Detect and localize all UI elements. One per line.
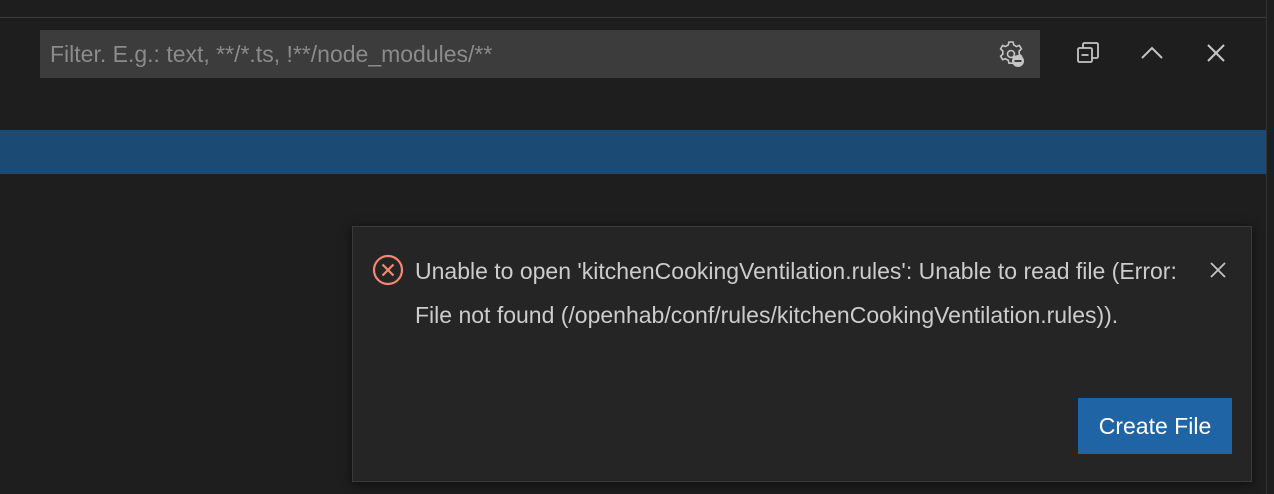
close-icon[interactable] xyxy=(1203,255,1233,285)
notification-message: Unable to open 'kitchenCookingVentilatio… xyxy=(415,258,1177,328)
close-icon[interactable] xyxy=(1199,36,1233,70)
panel-top-border xyxy=(0,17,1266,18)
error-circle-icon xyxy=(372,254,404,286)
create-file-button[interactable]: Create File xyxy=(1078,398,1232,454)
panel-area: Unable to open 'kitchenCookingVentilatio… xyxy=(0,0,1274,494)
filter-box xyxy=(40,30,1040,78)
chevron-up-icon[interactable] xyxy=(1135,36,1169,70)
gear-filter-icon[interactable] xyxy=(994,38,1028,70)
selected-row[interactable] xyxy=(0,130,1266,174)
vertical-divider xyxy=(1266,0,1267,494)
error-notification: Unable to open 'kitchenCookingVentilatio… xyxy=(352,226,1252,482)
filter-input[interactable] xyxy=(40,30,980,78)
collapse-all-icon[interactable] xyxy=(1071,36,1105,70)
